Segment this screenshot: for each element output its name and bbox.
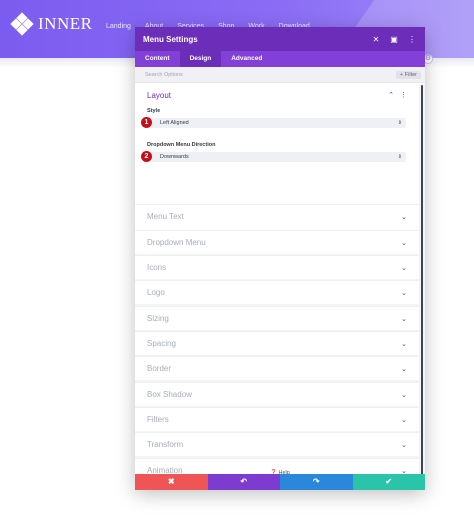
close-icon: ✖	[167, 477, 175, 486]
dropdown-direction-value: Downwards	[160, 154, 189, 160]
chevron-down-icon: ⌄	[401, 264, 407, 272]
select-arrows-icon: ⇕	[397, 120, 402, 126]
panel-border[interactable]: Border ⌄	[135, 356, 419, 380]
chevron-down-icon: ⌄	[401, 340, 407, 348]
field-label-style: Style	[147, 108, 161, 114]
logo-icon	[10, 12, 34, 36]
chevron-down-icon: ⌄	[401, 239, 407, 247]
modal-title: Menu Settings	[143, 34, 198, 44]
panel-title: Dropdown Menu	[147, 238, 206, 247]
redo-button[interactable]: ↷	[280, 474, 353, 490]
menu-settings-modal: Menu Settings ✕ ▣ ⋮ Content Design Advan…	[135, 27, 425, 490]
style-select-value: Left Aligned	[160, 120, 189, 126]
panel-filters[interactable]: Filters ⌄	[135, 407, 419, 431]
panel-title: Sizing	[147, 314, 169, 323]
panel-title: Border	[147, 364, 172, 373]
logo-text: INNER	[38, 14, 93, 33]
modal-titlebar[interactable]: Menu Settings ✕ ▣ ⋮	[135, 27, 425, 51]
panel-title: Spacing	[147, 339, 176, 348]
panel-sizing[interactable]: Sizing ⌄	[135, 306, 419, 330]
step-badge: 1	[141, 117, 152, 128]
tab-advanced[interactable]: Advanced	[221, 51, 272, 67]
chevron-down-icon: ⌄	[401, 315, 407, 323]
discard-button[interactable]: ✖	[135, 474, 208, 490]
panel-layout-title: Layout	[147, 90, 172, 100]
panel-transform[interactable]: Transform ⌄	[135, 432, 419, 456]
panel-logo[interactable]: Logo ⌄	[135, 280, 419, 304]
more-icon[interactable]: ⋮	[407, 35, 417, 44]
panel-title: Logo	[147, 288, 165, 297]
panel-menu-text[interactable]: Menu Text ⌄	[135, 204, 419, 228]
chevron-down-icon: ⌄	[401, 289, 407, 297]
chevron-down-icon: ⌄	[401, 365, 407, 373]
panel-title: Transform	[147, 440, 184, 449]
panel-box-shadow[interactable]: Box Shadow ⌄	[135, 382, 419, 406]
save-button[interactable]: ✔	[352, 474, 425, 490]
chevron-down-icon: ⌄	[401, 213, 407, 221]
search-row: Search Options + Filter	[135, 67, 425, 83]
chevron-up-icon[interactable]: ⌃	[388, 91, 394, 99]
search-input[interactable]: Search Options	[145, 72, 396, 78]
chevron-down-icon: ⌄	[401, 391, 407, 399]
panel-title: Filters	[147, 415, 169, 424]
step-badge: 2	[141, 151, 152, 162]
modal-tabs: Content Design Advanced	[135, 51, 425, 67]
responsive-icon[interactable]: ▣	[389, 35, 399, 44]
redo-icon: ↷	[312, 477, 320, 486]
panel-title: Box Shadow	[147, 390, 192, 399]
tab-design[interactable]: Design	[179, 51, 222, 67]
undo-button[interactable]: ↶	[207, 474, 280, 490]
field-label-dropdown-direction: Dropdown Menu Direction	[147, 142, 216, 148]
filter-button[interactable]: + Filter	[396, 70, 421, 79]
site-logo[interactable]: INNER	[10, 12, 93, 36]
close-icon[interactable]: ✕	[371, 35, 381, 44]
dropdown-direction-select[interactable]: 2 Downwards ⇕	[141, 151, 406, 162]
chevron-down-icon: ⌄	[401, 416, 407, 424]
check-icon: ✔	[385, 477, 393, 486]
chevron-down-icon: ⌄	[401, 441, 407, 449]
more-icon[interactable]: ⋮	[400, 91, 407, 99]
panel-title: Icons	[147, 263, 167, 272]
panel-icons[interactable]: Icons ⌄	[135, 255, 419, 279]
undo-icon: ↶	[240, 477, 248, 486]
panel-spacing[interactable]: Spacing ⌄	[135, 331, 419, 355]
tab-content[interactable]: Content	[135, 51, 180, 67]
select-arrows-icon: ⇕	[397, 154, 402, 160]
panel-layout-header[interactable]: Layout ⌃ ⋮	[135, 84, 419, 106]
panel-dropdown-menu[interactable]: Dropdown Menu ⌄	[135, 230, 419, 254]
panel-title: Menu Text	[147, 212, 184, 221]
nav-item[interactable]: Landing	[106, 23, 131, 30]
options-scroll-area: Layout ⌃ ⋮ Style 1 Left Aligned ⇕ Dropdo…	[135, 84, 425, 482]
action-bar: ✖ ↶ ↷ ✔	[135, 474, 425, 490]
scrollbar[interactable]	[421, 85, 423, 481]
style-select[interactable]: 1 Left Aligned ⇕	[141, 117, 406, 128]
